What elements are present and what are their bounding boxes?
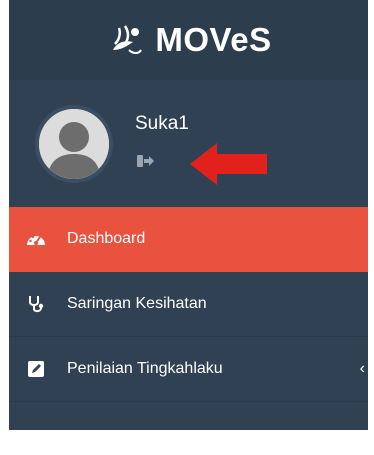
menu-label-saringan-kesihatan: Saringan Kesihatan: [67, 295, 207, 312]
menu-item-saringan-kesihatan[interactable]: Saringan Kesihatan: [9, 272, 368, 337]
brand-title: MOVeS: [155, 21, 272, 58]
user-name: Suka1: [135, 113, 189, 134]
chevron-left-icon[interactable]: ‹: [360, 360, 365, 378]
brand-logo-icon: [105, 20, 145, 60]
user-panel: Suka1: [9, 80, 368, 205]
screenshot-frame: MOVeS Suka1 Dashboard Saringan Kesihatan…: [0, 0, 374, 455]
brand-bar[interactable]: MOVeS: [9, 0, 368, 80]
main-menu: Dashboard Saringan Kesihatan Penilaian T…: [9, 207, 368, 402]
edit-icon: [25, 358, 47, 380]
red-arrow-annotation: [190, 143, 267, 185]
menu-item-penilaian-tingkahlaku[interactable]: Penilaian Tingkahlaku ‹: [9, 337, 368, 402]
sign-out-icon[interactable]: [137, 154, 155, 168]
menu-item-dashboard[interactable]: Dashboard: [9, 207, 368, 272]
dashboard-gauge-icon: [25, 228, 47, 250]
sidebar: MOVeS Suka1 Dashboard Saringan Kesihatan…: [9, 0, 368, 430]
avatar: [35, 105, 113, 183]
menu-label-dashboard: Dashboard: [67, 230, 146, 247]
menu-label-penilaian-tingkahlaku: Penilaian Tingkahlaku: [67, 360, 223, 377]
stethoscope-icon: [25, 293, 47, 315]
